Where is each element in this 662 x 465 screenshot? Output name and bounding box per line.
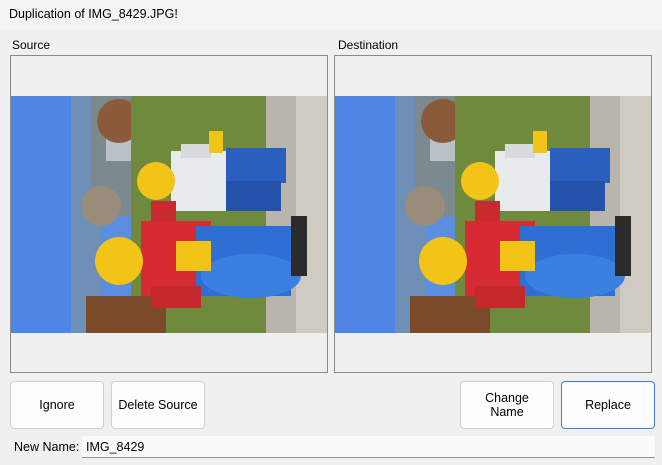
source-image bbox=[11, 96, 327, 333]
ignore-button[interactable]: Ignore bbox=[10, 381, 104, 429]
destination-label: Destination bbox=[338, 38, 399, 52]
source-label: Source bbox=[12, 38, 51, 52]
new-name-label: New Name: bbox=[14, 440, 80, 454]
destination-image bbox=[335, 96, 651, 333]
new-name-input[interactable] bbox=[82, 436, 655, 458]
destination-preview-panel bbox=[334, 55, 652, 373]
delete-source-button[interactable]: Delete Source bbox=[111, 381, 205, 429]
change-name-button[interactable]: Change Name bbox=[460, 381, 554, 429]
window-title: Duplication of IMG_8429.JPG! bbox=[9, 7, 178, 21]
replace-button[interactable]: Replace bbox=[561, 381, 655, 429]
source-preview-panel bbox=[10, 55, 328, 373]
title-bar: Duplication of IMG_8429.JPG! bbox=[0, 0, 662, 30]
